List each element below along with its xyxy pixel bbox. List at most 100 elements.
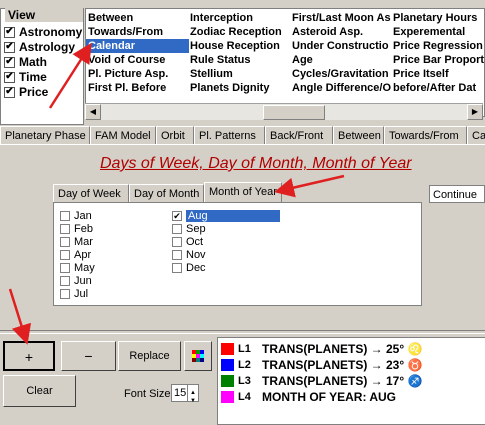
horizontal-scrollbar[interactable]: ◀ ▶ <box>85 103 483 120</box>
month-apr[interactable]: Apr <box>60 248 91 261</box>
month-jan[interactable]: Jan <box>60 209 92 222</box>
category-item[interactable]: Price Regression <box>391 39 484 53</box>
clear-button[interactable]: Clear <box>3 375 76 407</box>
category-item[interactable]: Cycles/Gravitation <box>290 67 394 81</box>
category-item[interactable]: Rule Status <box>188 53 291 67</box>
category-item[interactable]: Price Bar Proport <box>391 53 484 67</box>
view-item-price[interactable]: ✔ Price <box>4 85 48 99</box>
view-item-time[interactable]: ✔ Time <box>4 70 47 84</box>
tab-back-front[interactable]: Back/Front <box>265 126 333 144</box>
checkbox[interactable] <box>172 236 182 247</box>
font-size-label: Font Size <box>124 388 171 400</box>
category-item[interactable]: before/After Dat <box>391 81 484 95</box>
add-button[interactable]: + <box>3 341 55 371</box>
month-oct[interactable]: Oct <box>172 235 203 248</box>
font-size-spinner[interactable]: 15 ▲ ▼ <box>171 384 199 404</box>
category-item[interactable]: Angle Difference/O <box>290 81 394 95</box>
checkbox[interactable]: ✔ <box>4 71 15 83</box>
subtab-day-of-week[interactable]: Day of Week <box>53 184 129 202</box>
tab-planetary-phase[interactable]: Planetary Phase <box>0 126 90 144</box>
category-item[interactable]: House Reception <box>188 39 291 53</box>
divider <box>0 330 485 334</box>
category-item[interactable]: Planetary Hours <box>391 11 484 25</box>
color-grid-button[interactable] <box>184 341 212 371</box>
month-list: Jan Feb Mar Apr May Jun Jul ✔ Aug Sep Oct… <box>53 202 422 306</box>
subtab-month-of-year[interactable]: Month of Year <box>204 182 282 203</box>
tab-orbit[interactable]: Orbit <box>156 126 194 144</box>
checkbox[interactable] <box>60 288 70 299</box>
checkbox[interactable] <box>60 210 70 221</box>
view-item-math[interactable]: ✔ Math <box>4 55 47 69</box>
checkbox[interactable]: ✔ <box>4 41 15 53</box>
checkbox[interactable]: ✔ <box>4 86 15 98</box>
page-title: Days of Week, Day of Month, Month of Yea… <box>100 155 412 172</box>
category-item[interactable]: First/Last Moon As <box>290 11 394 25</box>
checkbox[interactable]: ✔ <box>4 56 15 68</box>
view-panel: View ✔ Astronomy ✔ Astrology ✔ Math ✔ Time ✔… <box>0 8 84 125</box>
checkbox[interactable] <box>60 236 70 247</box>
month-jul[interactable]: Jul <box>60 287 88 300</box>
checkbox[interactable] <box>60 223 70 234</box>
formula-row[interactable]: L4 MONTH OF YEAR: AUG <box>221 389 396 404</box>
spin-down-icon[interactable]: ▼ <box>187 393 198 404</box>
color-grid-icon <box>192 350 204 362</box>
tab-towards-from[interactable]: Towards/From <box>384 126 467 144</box>
month-may[interactable]: May <box>60 261 95 274</box>
color-swatch <box>221 342 234 355</box>
month-aug[interactable]: ✔ Aug <box>172 209 280 222</box>
month-jun[interactable]: Jun <box>60 274 92 287</box>
checkbox[interactable] <box>60 275 70 286</box>
category-item[interactable]: Age <box>290 53 394 67</box>
category-item[interactable]: Between <box>86 11 189 25</box>
category-item-selected[interactable]: Calendar <box>86 39 189 53</box>
category-item[interactable]: Planets Dignity <box>188 81 291 95</box>
main-tabs: Planetary Phase FAM Model Orbit Pl. Patt… <box>0 126 485 146</box>
category-item[interactable]: Zodiac Reception <box>188 25 291 39</box>
category-item[interactable]: Experemental <box>391 25 484 39</box>
subtab-day-of-month[interactable]: Day of Month <box>129 184 204 202</box>
scroll-right-icon[interactable]: ▶ <box>467 104 483 120</box>
replace-button[interactable]: Replace <box>118 341 181 371</box>
month-mar[interactable]: Mar <box>60 235 93 248</box>
month-dec[interactable]: Dec <box>172 261 206 274</box>
tab-pl-patterns[interactable]: Pl. Patterns <box>194 126 265 144</box>
category-item[interactable]: Pl. Picture Asp. <box>86 67 189 81</box>
color-swatch <box>221 358 234 371</box>
tab-between[interactable]: Between <box>333 126 384 144</box>
checkbox-checked[interactable]: ✔ <box>172 210 182 221</box>
formula-row[interactable]: L2 TRANS(PLANETS) → 23° ♉ <box>221 357 422 372</box>
view-item-astrology[interactable]: ✔ Astrology <box>4 40 75 54</box>
formula-list[interactable]: L1 TRANS(PLANETS) → 25° ♌ L2 TRANS(PLANE… <box>217 337 485 425</box>
category-item[interactable]: Stellium <box>188 67 291 81</box>
tab-fam-model[interactable]: FAM Model <box>90 126 156 144</box>
category-item[interactable]: Void of Course <box>86 53 189 67</box>
category-item[interactable]: Towards/From <box>86 25 189 39</box>
font-size-value[interactable]: 15 <box>174 387 186 399</box>
checkbox[interactable] <box>60 249 70 260</box>
view-item-astronomy[interactable]: ✔ Astronomy <box>4 25 82 39</box>
spin-up-icon[interactable]: ▲ <box>187 385 198 396</box>
continue-select[interactable]: Continue <box>429 185 485 203</box>
remove-button[interactable]: − <box>61 341 116 371</box>
checkbox[interactable]: ✔ <box>4 26 15 38</box>
formula-row[interactable]: L3 TRANS(PLANETS) → 17° ♐ <box>221 373 422 388</box>
formula-row[interactable]: L1 TRANS(PLANETS) → 25° ♌ <box>221 341 422 356</box>
scroll-thumb[interactable] <box>263 105 325 120</box>
category-list[interactable]: Between Towards/From Calendar Void of Co… <box>85 8 485 117</box>
tab-calendar[interactable]: Ca <box>467 126 485 144</box>
color-swatch <box>221 374 234 387</box>
color-swatch <box>221 390 234 403</box>
category-item[interactable]: Price Itself <box>391 67 484 81</box>
checkbox[interactable] <box>172 262 182 273</box>
checkbox[interactable] <box>172 223 182 234</box>
category-item[interactable]: First Pl. Before <box>86 81 189 95</box>
month-feb[interactable]: Feb <box>60 222 93 235</box>
month-sep[interactable]: Sep <box>172 222 206 235</box>
checkbox[interactable] <box>172 249 182 260</box>
category-item[interactable]: Interception <box>188 11 291 25</box>
month-nov[interactable]: Nov <box>172 248 206 261</box>
checkbox[interactable] <box>60 262 70 273</box>
category-item[interactable]: Under Constructio <box>290 39 394 53</box>
scroll-left-icon[interactable]: ◀ <box>85 104 101 120</box>
category-item[interactable]: Asteroid Asp. <box>290 25 394 39</box>
